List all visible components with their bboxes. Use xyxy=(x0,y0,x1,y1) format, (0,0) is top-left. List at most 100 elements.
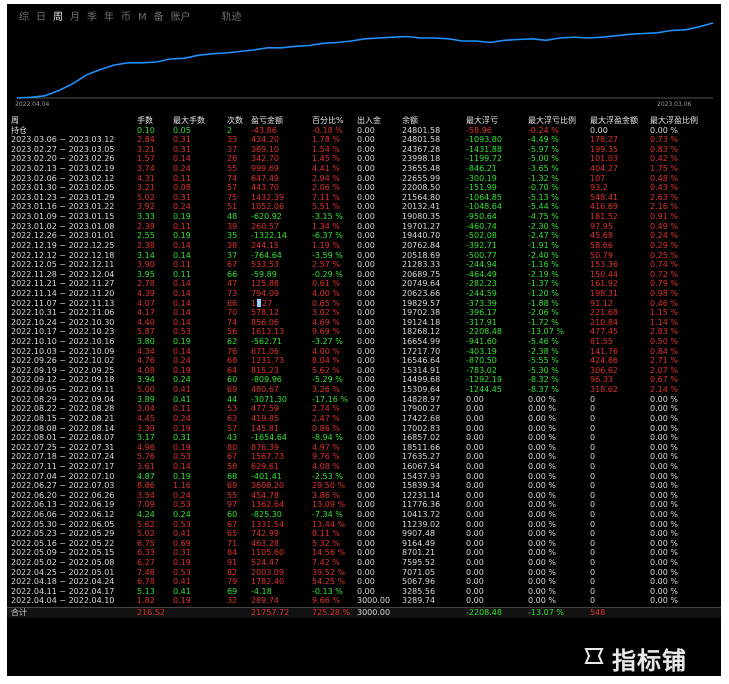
cell-col-11: 2.07 % xyxy=(650,365,678,375)
cell-col-3: 68 xyxy=(227,356,238,366)
cell-col-9: -2.30 % xyxy=(528,221,559,231)
cell-col-7: 24801.58 xyxy=(402,135,441,145)
watermark-text: 指标铺 xyxy=(612,647,687,675)
cell-col-5: 7.11 % xyxy=(312,192,340,202)
cell-col-0: 2022.11.14 ~ 2022.11.20 xyxy=(11,288,115,298)
cell-col-6: 0.00 xyxy=(357,548,375,558)
cell-col-9: 0.00 % xyxy=(528,442,556,452)
cell-col-1: 4.45 xyxy=(137,413,155,423)
cell-col-5: 百分比% xyxy=(312,116,344,125)
cell-col-10: 141.76 xyxy=(590,346,618,356)
cell-col-7: 14828.97 xyxy=(402,394,441,404)
cell-col-1: 3.61 xyxy=(137,461,155,471)
cell-col-6: 0.00 xyxy=(357,356,375,366)
table-row: 2022.10.03 ~ 2022.10.09 4.34 0.14 76 671.06 4… xyxy=(7,347,721,357)
cell-col-9: -2.47 % xyxy=(528,231,559,241)
table-row: 2022.11.28 ~ 2022.12.04 3.95 0.11 66 -59.89 -… xyxy=(7,270,721,280)
cell-col-6: 0.00 xyxy=(357,365,375,375)
cell-col-10: 0 xyxy=(590,394,596,404)
cell-col-5: 7.42 % xyxy=(312,558,340,568)
text-cursor-icon xyxy=(257,298,262,307)
cell-col-4: 1331.54 xyxy=(251,519,285,529)
cell-col-4: 1052.06 xyxy=(251,202,285,212)
cell-col-1: 4.31 xyxy=(137,173,155,183)
cell-col-9: -1.37 % xyxy=(528,279,559,289)
cell-col-10: 最大浮盈金额 xyxy=(590,116,638,125)
cell-col-6: 0.00 xyxy=(357,240,375,250)
cell-col-5: 2.94 % xyxy=(312,173,340,183)
cell-col-10: 107 xyxy=(590,173,606,183)
cell-col-0: 2022.07.18 ~ 2022.07.24 xyxy=(11,452,115,462)
cell-col-9: 0.00 % xyxy=(528,452,556,462)
cell-col-2: 0.41 xyxy=(173,577,191,587)
cell-col-10: 0 xyxy=(590,567,596,577)
cell-col-0: 2022.11.07 ~ 2022.11.13 xyxy=(11,298,115,308)
cell-col-4: 1 27 xyxy=(251,298,273,308)
cell-col-0: 2023.01.23 ~ 2023.01.29 xyxy=(11,192,115,202)
cell-col-0: 2022.06.27 ~ 2022.07.03 xyxy=(11,481,115,491)
cell-col-8: -783.02 xyxy=(466,365,497,375)
cell-col-4: 477.59 xyxy=(251,404,279,414)
cell-col-9: 0.00 % xyxy=(528,509,556,519)
cell-col-1: 4.07 xyxy=(137,298,155,308)
cell-col-10: 210.84 xyxy=(590,317,618,327)
watermark-logo-icon xyxy=(584,648,604,664)
cell-col-9: 0.00 % xyxy=(528,481,556,491)
table-row: 2023.03.06 ~ 2023.03.12 2.84 0.31 33 434.20 1… xyxy=(7,135,721,145)
cell-col-7: 23998.18 xyxy=(402,154,441,164)
cell-col-6: 0.00 xyxy=(357,461,375,471)
cell-col-9: 0.00 % xyxy=(528,471,556,481)
cell-col-3: 60 xyxy=(227,375,238,385)
cell-col-10: 0 xyxy=(590,423,596,433)
cell-col-4: 289.74 xyxy=(251,596,279,606)
weekly-report-panel: 综日周月季年币 M 备账户 轨迹 2022.04.04 2023.03.06 周手数最… xyxy=(7,4,721,676)
cell-col-7: 24801.58 xyxy=(402,125,441,135)
cell-col-3: 68 xyxy=(227,471,238,481)
cell-col-8: 0.00 xyxy=(466,519,484,529)
cell-col-0: 2023.02.06 ~ 2023.02.12 xyxy=(11,173,115,183)
cell-col-7: 5067.96 xyxy=(402,577,436,587)
cell-col-3: 79 xyxy=(227,577,238,587)
cell-col-10: 161.92 xyxy=(590,279,618,289)
cell-col-9: 0.00 % xyxy=(528,519,556,529)
cell-col-4: -764.64 xyxy=(251,250,282,260)
cell-col-8: 0.00 xyxy=(466,461,484,471)
cell-col-3: 67 xyxy=(227,260,238,270)
cell-col-1: 3.21 xyxy=(137,144,155,154)
table-row: 2022.07.25 ~ 2022.07.31 4.96 0.19 80 876.39 4… xyxy=(7,443,721,453)
cell-col-3: 56 xyxy=(227,327,238,337)
cell-col-1: 2.78 xyxy=(137,279,155,289)
cell-col-11: 0.00 % xyxy=(650,586,678,596)
cell-col-11: 0.00 % xyxy=(650,452,678,462)
table-row: 2022.08.08 ~ 2022.08.14 3.39 0.19 57 145.81 0… xyxy=(7,424,721,434)
cell-col-4: 244.15 xyxy=(251,240,279,250)
cell-col-4: 260.57 xyxy=(251,221,279,231)
cell-col-2: 0.19 xyxy=(173,442,191,452)
cell-col-3: 63 xyxy=(227,413,238,423)
cell-col-4: 1432.39 xyxy=(251,192,285,202)
cell-col-9: -5.13 % xyxy=(528,192,559,202)
cell-col-2: 0.69 xyxy=(173,538,191,548)
cell-col-3: 67 xyxy=(227,519,238,529)
cell-col-3: 37 xyxy=(227,144,238,154)
cell-col-3: 51 xyxy=(227,202,238,212)
cell-col-2: 0.14 xyxy=(173,308,191,318)
cell-col-8: -2208.48 xyxy=(466,608,502,618)
cell-col-7: 3285.56 xyxy=(402,586,436,596)
cell-col-10: 0 xyxy=(590,586,596,596)
cell-col-2: 0.19 xyxy=(173,596,191,606)
cell-col-4: 856.06 xyxy=(251,317,279,327)
cell-col-8: 0.00 xyxy=(466,433,484,443)
cell-col-1: 3.95 xyxy=(137,269,155,279)
cell-col-6: 0.00 xyxy=(357,586,375,596)
cell-col-4: 999.69 xyxy=(251,164,279,174)
cell-col-9: -5.97 % xyxy=(528,144,559,154)
cell-col-5: -0.13 % xyxy=(312,586,343,596)
cell-col-6: 出入金 xyxy=(357,116,381,125)
cell-col-1: 4.17 xyxy=(137,308,155,318)
table-row: 2022.05.02 ~ 2022.05.08 6.27 0.19 91 524.47 7… xyxy=(7,558,721,568)
cell-col-7: 19701.27 xyxy=(402,221,441,231)
cell-col-3: 64 xyxy=(227,365,238,375)
cell-col-2: 0.11 xyxy=(173,269,191,279)
cell-col-6: 0.00 xyxy=(357,298,375,308)
